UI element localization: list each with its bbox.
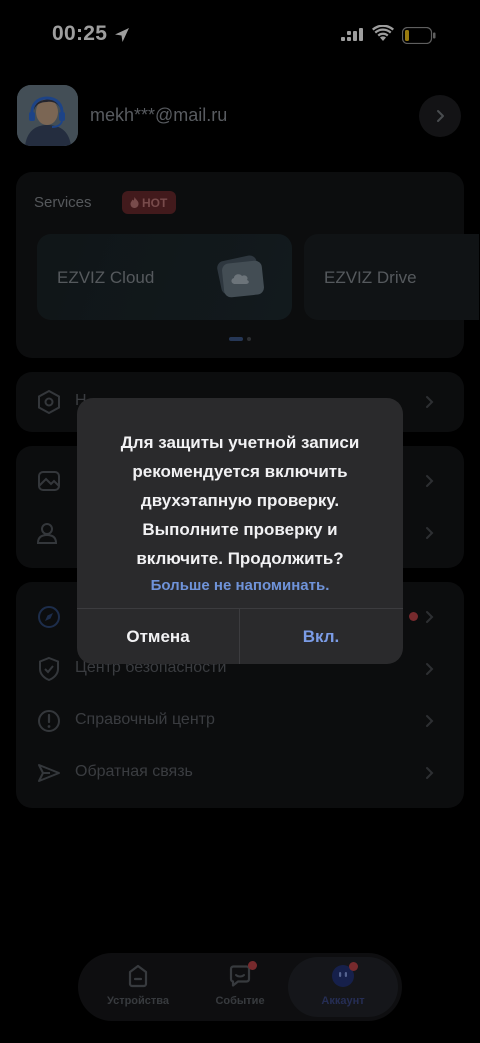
dont-remind-link[interactable]: Больше не напоминать. (77, 577, 403, 594)
two-step-verification-dialog: Для защиты учетной записи рекомендуется … (77, 398, 403, 664)
dialog-message: Для защиты учетной записи рекомендуется … (120, 433, 360, 568)
enable-button[interactable]: Вкл. (240, 609, 402, 664)
cancel-button[interactable]: Отмена (77, 609, 239, 664)
